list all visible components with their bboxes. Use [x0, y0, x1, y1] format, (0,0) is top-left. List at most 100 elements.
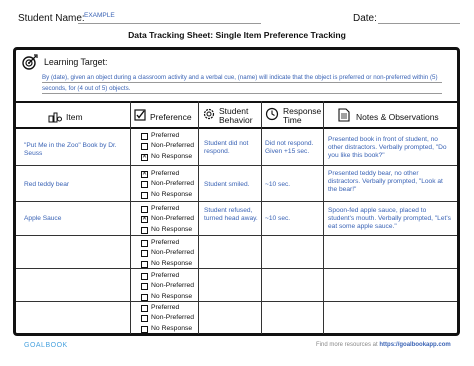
row-6-option-preferred[interactable]: Preferred: [141, 303, 194, 313]
row-3-option-label: Preferred: [151, 205, 180, 212]
row-1-checkbox-preferred[interactable]: [141, 132, 148, 140]
row-4-option-label: Preferred: [151, 239, 180, 246]
footer-resources-label: Find more resources at: [316, 342, 378, 348]
col-header-behavior: Student Behavior: [219, 107, 253, 125]
row-divider-4: [16, 268, 457, 269]
row-4-checkbox-preferred[interactable]: [141, 239, 148, 247]
row-3-checkbox-non-preferred[interactable]: ✕: [141, 216, 148, 224]
row-2-response-time[interactable]: ~10 sec.: [265, 181, 321, 189]
col-divider-2: [198, 101, 199, 334]
row-3-behavior[interactable]: Student refused, turned head away.: [204, 207, 258, 223]
col-header-item: Item: [66, 112, 83, 122]
row-5-checkbox-non-preferred[interactable]: [141, 283, 148, 291]
row-3-option-label: Non-Preferred: [151, 215, 195, 223]
target-icon: [22, 54, 38, 70]
row-4-option-no-response[interactable]: No Response: [141, 259, 194, 269]
row-1-item[interactable]: "Put Me in the Zoo" Book by Dr. Seuss: [24, 142, 126, 158]
date-label: Date:: [353, 13, 377, 24]
footer-resources: Find more resources at https://goalbooka…: [316, 342, 451, 348]
row-5-checkbox-preferred[interactable]: [141, 272, 148, 280]
target-divider: [16, 101, 457, 103]
target-underline-2: [42, 93, 442, 94]
row-2-option-label: No Response: [151, 190, 193, 198]
row-1-notes[interactable]: Presented book in front of student, no o…: [328, 136, 452, 161]
student-name-field[interactable]: EXAMPLE: [78, 12, 261, 24]
checkbox-icon: [134, 108, 146, 121]
row-5-checkbox-no-response[interactable]: [141, 293, 148, 301]
row-3-response-time[interactable]: ~10 sec.: [265, 215, 321, 223]
col-header-preference: Preference: [150, 112, 192, 122]
row-6-checkbox-preferred[interactable]: [141, 304, 148, 312]
row-2-checkbox-non-preferred[interactable]: [141, 181, 148, 189]
col-header-response-line2: Time: [283, 115, 302, 125]
row-2-option-label: Non-Preferred: [151, 180, 195, 188]
shapes-icon: [48, 110, 62, 123]
target-underline-1: [42, 82, 442, 83]
row-6-option-non-preferred[interactable]: Non-Preferred: [141, 313, 194, 323]
row-divider-3: [16, 235, 457, 236]
row-1-option-preferred[interactable]: Preferred: [141, 131, 194, 141]
row-1-checkbox-no-response[interactable]: ✕: [141, 153, 148, 161]
row-4-option-label: No Response: [151, 259, 193, 267]
row-1-option-label: Non-Preferred: [151, 142, 195, 150]
row-divider-5: [16, 301, 457, 302]
date-field[interactable]: [378, 12, 460, 24]
goalbook-logo: GOALBOOK: [24, 342, 68, 349]
row-1-checkbox-non-preferred[interactable]: [141, 143, 148, 151]
clock-icon: [265, 107, 279, 121]
row-5-preference: Preferred Non-Preferred No Response: [141, 271, 194, 302]
row-3-preference: Preferred ✕ Non-Preferred No Response: [141, 204, 194, 235]
header-divider: [16, 127, 457, 129]
row-2-checkbox-preferred[interactable]: ✕: [141, 170, 148, 178]
footer-resources-link[interactable]: https://goalbookapp.com: [379, 342, 450, 348]
gear-icon: [202, 107, 216, 121]
row-5-option-label: Preferred: [151, 272, 180, 279]
row-2-option-no-response[interactable]: No Response: [141, 190, 194, 200]
row-4-option-preferred[interactable]: Preferred: [141, 238, 194, 248]
row-6-preference: Preferred Non-Preferred No Response: [141, 303, 194, 334]
row-3-option-label: No Response: [151, 225, 193, 233]
row-2-option-non-preferred[interactable]: Non-Preferred: [141, 179, 194, 189]
row-3-item[interactable]: Apple Sauce: [24, 215, 126, 223]
row-4-option-non-preferred[interactable]: Non-Preferred: [141, 248, 194, 258]
page-title: Data Tracking Sheet: Single Item Prefere…: [128, 30, 346, 40]
row-6-option-label: No Response: [151, 324, 193, 332]
student-name-value: EXAMPLE: [84, 12, 115, 19]
row-5-option-no-response[interactable]: No Response: [141, 292, 194, 302]
row-2-notes[interactable]: Presented teddy bear, no other distracto…: [328, 170, 452, 195]
row-4-option-label: Non-Preferred: [151, 249, 195, 257]
row-1-behavior[interactable]: Student did not respond.: [204, 140, 258, 156]
row-3-notes[interactable]: Spoon-fed apple sauce, placed to student…: [328, 207, 452, 232]
row-5-option-label: Non-Preferred: [151, 282, 195, 290]
row-4-checkbox-no-response[interactable]: [141, 260, 148, 268]
row-6-option-label: Non-Preferred: [151, 314, 195, 322]
col-divider-3: [261, 101, 262, 334]
row-3-checkbox-preferred[interactable]: [141, 205, 148, 213]
row-5-option-label: No Response: [151, 292, 193, 300]
row-2-item[interactable]: Red teddy bear: [24, 181, 126, 189]
col-divider-1: [130, 101, 131, 334]
row-1-option-no-response[interactable]: ✕ No Response: [141, 152, 194, 162]
learning-target-text: By (date), given an object during a clas…: [42, 74, 438, 92]
row-3-option-no-response[interactable]: No Response: [141, 225, 194, 235]
row-2-option-preferred[interactable]: ✕ Preferred: [141, 169, 194, 179]
learning-target-label: Learning Target:: [44, 57, 108, 67]
row-5-option-preferred[interactable]: Preferred: [141, 271, 194, 281]
row-5-option-non-preferred[interactable]: Non-Preferred: [141, 281, 194, 291]
row-2-behavior[interactable]: Student smiled.: [204, 181, 258, 189]
row-3-checkbox-no-response[interactable]: [141, 226, 148, 234]
document-icon: [338, 108, 350, 122]
col-header-notes: Notes & Observations: [356, 112, 439, 122]
row-2-option-label: Preferred: [151, 170, 180, 177]
row-2-checkbox-no-response[interactable]: [141, 191, 148, 199]
row-6-checkbox-non-preferred[interactable]: [141, 315, 148, 323]
row-1-response-time[interactable]: Did not respond. Given +15 sec.: [265, 140, 321, 156]
row-divider-1: [16, 165, 457, 166]
row-1-option-non-preferred[interactable]: Non-Preferred: [141, 141, 194, 151]
row-divider-2: [16, 201, 457, 202]
row-4-checkbox-non-preferred[interactable]: [141, 250, 148, 258]
row-3-option-non-preferred[interactable]: ✕ Non-Preferred: [141, 214, 194, 224]
row-6-checkbox-no-response[interactable]: [141, 325, 148, 333]
row-6-option-no-response[interactable]: No Response: [141, 324, 194, 334]
row-3-option-preferred[interactable]: Preferred: [141, 204, 194, 214]
